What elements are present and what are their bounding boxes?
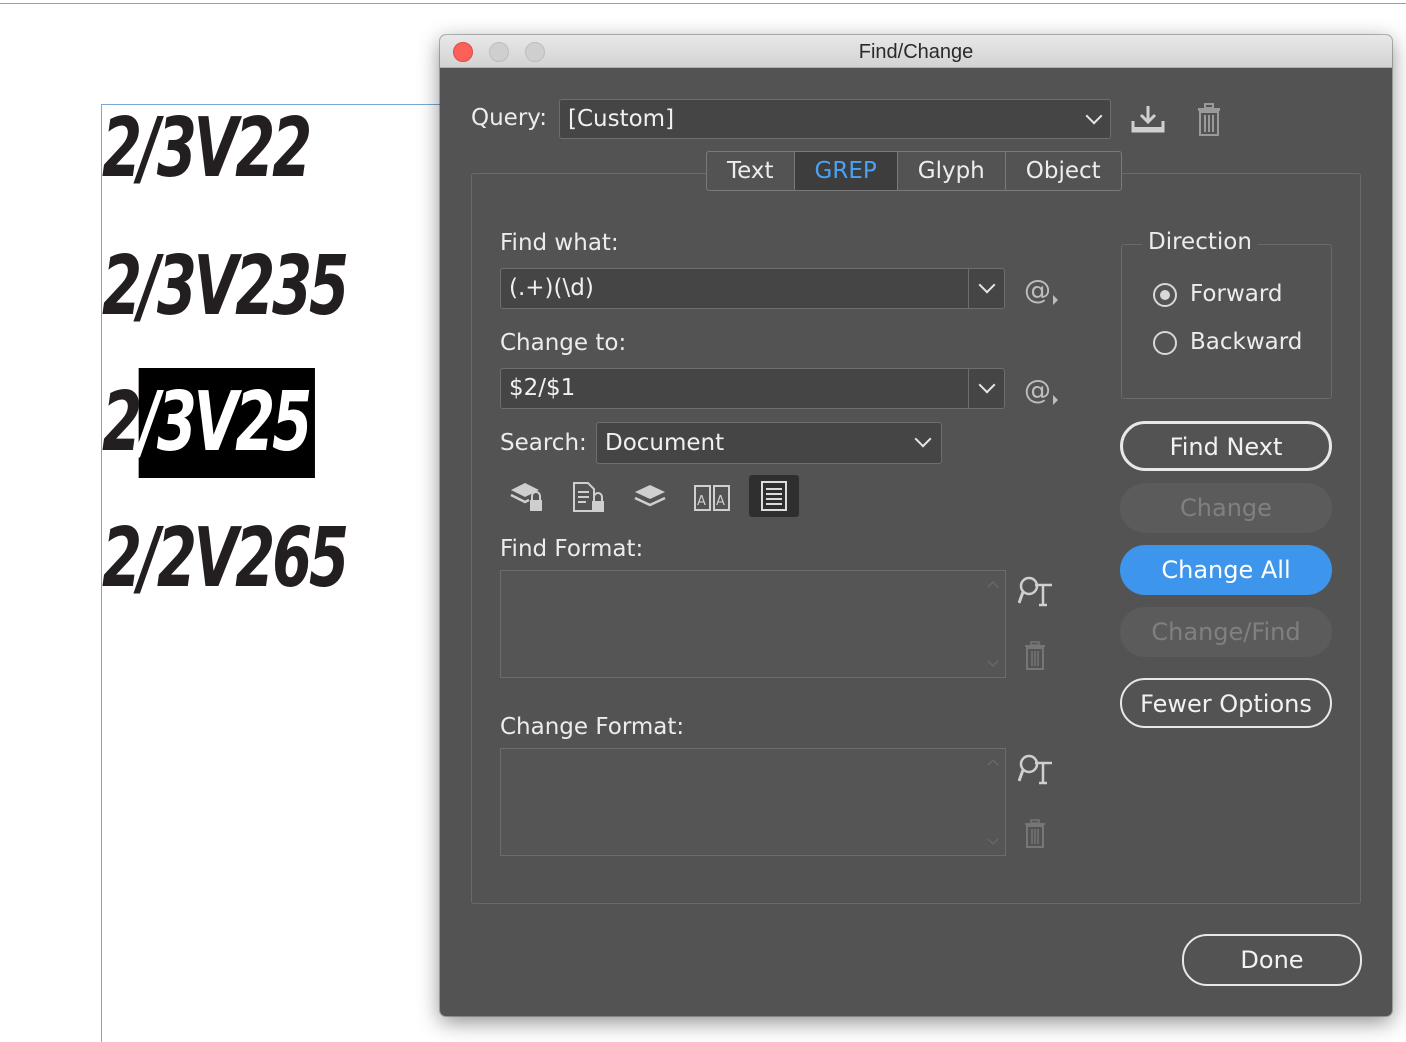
document-text: 2/3V235	[102, 239, 349, 334]
chevron-down-icon	[914, 430, 932, 448]
find-what-value: (.+)(\d)	[509, 275, 594, 301]
dialog-title: Find/Change	[858, 41, 974, 63]
query-dropdown[interactable]: [Custom]	[559, 99, 1111, 139]
tab-object[interactable]: Object	[1006, 152, 1121, 190]
special-characters-icon[interactable]: @	[1024, 275, 1060, 307]
scroll-up-icon[interactable]	[987, 581, 999, 593]
change-all-button[interactable]: Change All	[1120, 545, 1332, 595]
chevron-down-icon	[1085, 107, 1103, 125]
footnotes-icon	[761, 481, 787, 511]
scroll-up-icon[interactable]	[987, 759, 999, 771]
tab-glyph[interactable]: Glyph	[898, 152, 1006, 190]
clear-change-format-icon[interactable]	[1023, 819, 1047, 849]
document-text-line-2[interactable]: 2/3V235	[102, 246, 349, 328]
include-master-pages-icon[interactable]: A A	[692, 480, 732, 514]
dropdown-divider	[968, 369, 969, 408]
direction-forward-label[interactable]: Forward	[1190, 281, 1283, 307]
include-hidden-layers-icon[interactable]	[632, 480, 670, 514]
change-to-value: $2/$1	[509, 375, 576, 401]
chevron-down-icon[interactable]	[978, 376, 996, 394]
change-format-box[interactable]	[500, 748, 1006, 856]
pasteboard-guide-line	[0, 3, 1406, 4]
direction-backward-radio[interactable]	[1153, 331, 1177, 355]
scroll-down-icon[interactable]	[987, 655, 999, 667]
find-next-button[interactable]: Find Next	[1120, 421, 1332, 471]
svg-text:@: @	[1024, 275, 1051, 306]
done-button[interactable]: Done	[1182, 934, 1362, 986]
change-to-label: Change to:	[500, 330, 627, 356]
tab-grep[interactable]: GREP	[794, 152, 898, 190]
find-what-input[interactable]: (.+)(\d)	[500, 268, 1005, 309]
search-type-tabs: Text GREP Glyph Object	[706, 151, 1122, 191]
dropdown-divider	[968, 269, 969, 308]
scroll-down-icon[interactable]	[987, 833, 999, 845]
svg-text:A: A	[697, 494, 706, 509]
document-text-line-1[interactable]: 2/3V22	[102, 108, 312, 190]
include-locked-layers-icon[interactable]	[508, 480, 546, 514]
special-characters-icon[interactable]: @	[1024, 375, 1060, 407]
direction-backward-label[interactable]: Backward	[1190, 329, 1302, 355]
find-format-label: Find Format:	[500, 536, 644, 562]
change-find-button[interactable]: Change/Find	[1120, 607, 1332, 657]
tab-text[interactable]: Text	[707, 152, 795, 190]
delete-query-icon[interactable]	[1195, 103, 1223, 137]
svg-text:@: @	[1024, 375, 1051, 406]
search-label: Search:	[500, 430, 587, 456]
query-value: [Custom]	[568, 106, 675, 132]
include-footnotes-toggle[interactable]	[749, 475, 799, 517]
clear-find-format-icon[interactable]	[1023, 641, 1047, 671]
document-text: 2/3V22	[102, 101, 312, 196]
change-to-input[interactable]: $2/$1	[500, 368, 1005, 409]
document-text: 2/2V265	[102, 511, 349, 606]
dialog-titlebar[interactable]: Find/Change	[440, 35, 1392, 68]
document-text-line-3[interactable]: 2/3V25	[102, 368, 316, 478]
save-query-icon[interactable]	[1130, 103, 1166, 135]
change-button[interactable]: Change	[1120, 483, 1332, 533]
document-text: 2	[102, 375, 142, 470]
svg-text:A: A	[716, 494, 725, 509]
document-text-line-4[interactable]: 2/2V265	[102, 518, 349, 600]
specify-find-format-icon[interactable]	[1018, 575, 1054, 607]
search-scope-value: Document	[605, 430, 725, 456]
query-label: Query:	[471, 105, 547, 131]
direction-group	[1121, 244, 1332, 399]
fewer-options-button[interactable]: Fewer Options	[1120, 678, 1332, 728]
change-format-label: Change Format:	[500, 714, 685, 740]
selected-text[interactable]: /3V25	[138, 368, 316, 478]
find-what-label: Find what:	[500, 230, 619, 256]
include-locked-stories-icon[interactable]	[570, 480, 608, 514]
find-change-dialog: Find/Change Query: [Custom] Text GREP Gl…	[440, 35, 1392, 1016]
direction-label: Direction	[1142, 229, 1258, 255]
direction-forward-radio[interactable]	[1153, 283, 1177, 307]
search-scope-dropdown[interactable]: Document	[596, 422, 942, 464]
find-format-box[interactable]	[500, 570, 1006, 678]
chevron-down-icon[interactable]	[978, 276, 996, 294]
specify-change-format-icon[interactable]	[1018, 753, 1054, 785]
